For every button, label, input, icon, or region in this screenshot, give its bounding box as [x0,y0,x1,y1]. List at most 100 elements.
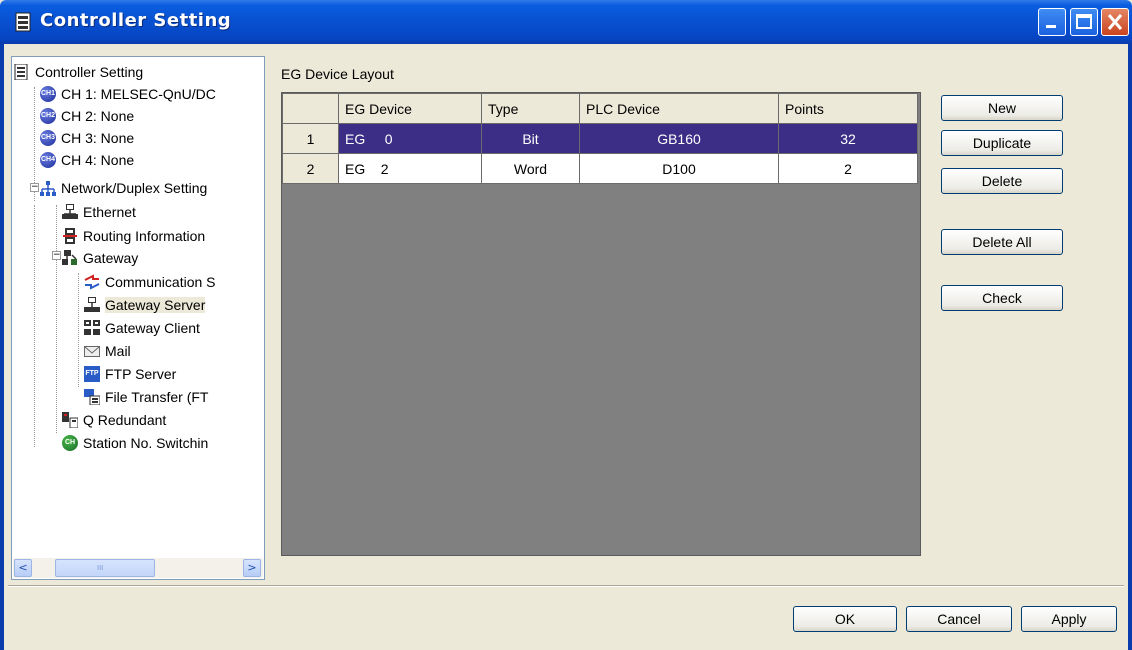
eg-device-cell[interactable]: EG 0 [338,123,482,154]
gateway-client-icon [84,320,100,335]
network-collapse-toggle[interactable]: − [30,183,39,192]
tree-item-label: Network/Duplex Setting [61,180,208,196]
row-number[interactable]: 2 [282,153,339,184]
plc-device-cell[interactable]: GB160 [579,123,779,154]
grid-header-type[interactable]: Type [481,93,580,124]
tree-item-label: Routing Information [83,228,206,244]
new-button[interactable]: New [941,95,1063,121]
close-button[interactable] [1101,8,1129,36]
tree-item-ftp-server[interactable]: FTP FTP Server [84,363,176,385]
tree-item-label: Ethernet [83,204,136,220]
apply-button[interactable]: Apply [1021,606,1117,632]
tree-item-label: File Transfer (FT [105,389,209,405]
tree-item-ch4[interactable]: CH4 CH 4: None [40,149,134,171]
tree-item-label: Gateway Server [105,297,206,313]
tree-item-file-transfer[interactable]: File Transfer (FT [84,386,208,408]
type-cell[interactable]: Word [481,153,580,184]
check-button[interactable]: Check [941,285,1063,311]
tree-item-network-duplex[interactable]: Network/Duplex Setting [40,177,207,199]
gateway-server-icon [84,297,100,312]
title-bar[interactable]: Controller Setting [0,0,1132,44]
maximize-icon [1076,14,1092,29]
ch4-icon: CH4 [40,152,56,168]
tree-horizontal-scrollbar[interactable]: < III > [13,558,263,578]
points-cell[interactable]: 2 [778,153,918,184]
routing-icon [63,228,77,244]
communication-icon [84,274,100,290]
tree-item-label: CH 1: MELSEC-QnU/DC [61,86,216,102]
tree-item-label: CH 3: None [61,130,135,146]
eg-device-grid[interactable]: EG Device Type PLC Device Points 1 EG 0 … [281,92,921,556]
type-cell[interactable]: Bit [481,123,580,154]
tree-item-ethernet[interactable]: Ethernet [62,201,136,223]
row-number[interactable]: 1 [282,123,339,154]
tree-item-routing-information[interactable]: Routing Information [62,225,205,247]
tree-item-mail[interactable]: Mail [84,340,131,362]
tree-item-gateway-server[interactable]: Gateway Server [84,294,206,316]
ch1-icon: CH1 [40,86,56,102]
gateway-collapse-toggle[interactable]: − [52,251,61,260]
tree-item-controller-setting[interactable]: Controller Setting [14,61,143,83]
window-frame-left [0,44,4,650]
station-switch-icon: CH [62,435,78,451]
scroll-left-button[interactable]: < [14,559,32,577]
grid-header-points[interactable]: Points [778,93,918,124]
grid-header-eg-device[interactable]: EG Device [338,93,482,124]
maximize-button[interactable] [1070,8,1098,36]
close-icon [1107,14,1123,30]
tree-item-ch1[interactable]: CH1 CH 1: MELSEC-QnU/DC [40,83,216,105]
grid-header-row: EG Device Type PLC Device Points [282,93,918,124]
tree-item-ch3[interactable]: CH3 CH 3: None [40,127,134,149]
mail-icon [84,346,100,357]
gateway-icon [62,250,77,265]
controller-icon [14,64,28,80]
tree-item-label: FTP Server [105,366,177,382]
minimize-button[interactable] [1038,8,1066,36]
tree-item-label: Q Redundant [83,412,167,428]
grid-header-plc-device[interactable]: PLC Device [579,93,779,124]
ftp-server-icon: FTP [84,366,100,382]
ok-button[interactable]: OK [793,606,897,632]
table-row[interactable]: 2 EG 2 Word D100 2 [282,153,918,184]
footer-separator [8,585,1124,587]
eg-device-layout-label: EG Device Layout [281,66,394,82]
tree-item-ch2[interactable]: CH2 CH 2: None [40,105,134,127]
tree-item-label: Controller Setting [35,64,144,80]
controller-setting-icon [15,12,31,32]
scroll-grip: III [97,564,104,572]
tree-item-label: Communication S [105,274,216,290]
ch3-icon: CH3 [40,130,56,146]
eg-prefix: EG [345,160,366,177]
points-cell[interactable]: 32 [778,123,918,154]
network-icon [40,181,56,196]
eg-prefix: EG [345,130,366,147]
plc-device-cell[interactable]: D100 [579,153,779,184]
q-redundant-icon [62,412,78,428]
tree-item-label: Station No. Switchin [83,435,209,451]
tree-item-gateway-client[interactable]: Gateway Client [84,317,200,339]
duplicate-button[interactable]: Duplicate [941,130,1063,156]
window-title: Controller Setting [40,10,232,31]
ethernet-icon [62,204,78,219]
tree-item-station-switching[interactable]: CH Station No. Switchin [62,432,208,454]
settings-tree[interactable]: − − Controller Setting CH1 CH 1: MELSEC-… [11,56,265,580]
grid-header-corner [282,93,339,124]
tree-item-q-redundant[interactable]: Q Redundant [62,409,166,431]
tree-item-label: Gateway Client [105,320,200,336]
eg-number: 2 [380,160,389,177]
tree-connector [56,205,57,433]
delete-button[interactable]: Delete [941,168,1063,194]
tree-item-gateway[interactable]: Gateway [62,247,138,269]
tree-item-label: CH 2: None [61,108,135,124]
window-frame-right [1128,44,1132,650]
eg-device-cell[interactable]: EG 2 [338,153,482,184]
delete-all-button[interactable]: Delete All [941,229,1063,255]
scroll-right-button[interactable]: > [243,559,261,577]
table-row[interactable]: 1 EG 0 Bit GB160 32 [282,123,918,154]
tree-connector [78,273,79,387]
tree-item-communication[interactable]: Communication S [84,271,216,293]
tree-item-label: CH 4: None [61,152,135,168]
minimize-icon [1046,25,1056,28]
scroll-thumb[interactable] [55,559,155,577]
cancel-button[interactable]: Cancel [906,606,1012,632]
